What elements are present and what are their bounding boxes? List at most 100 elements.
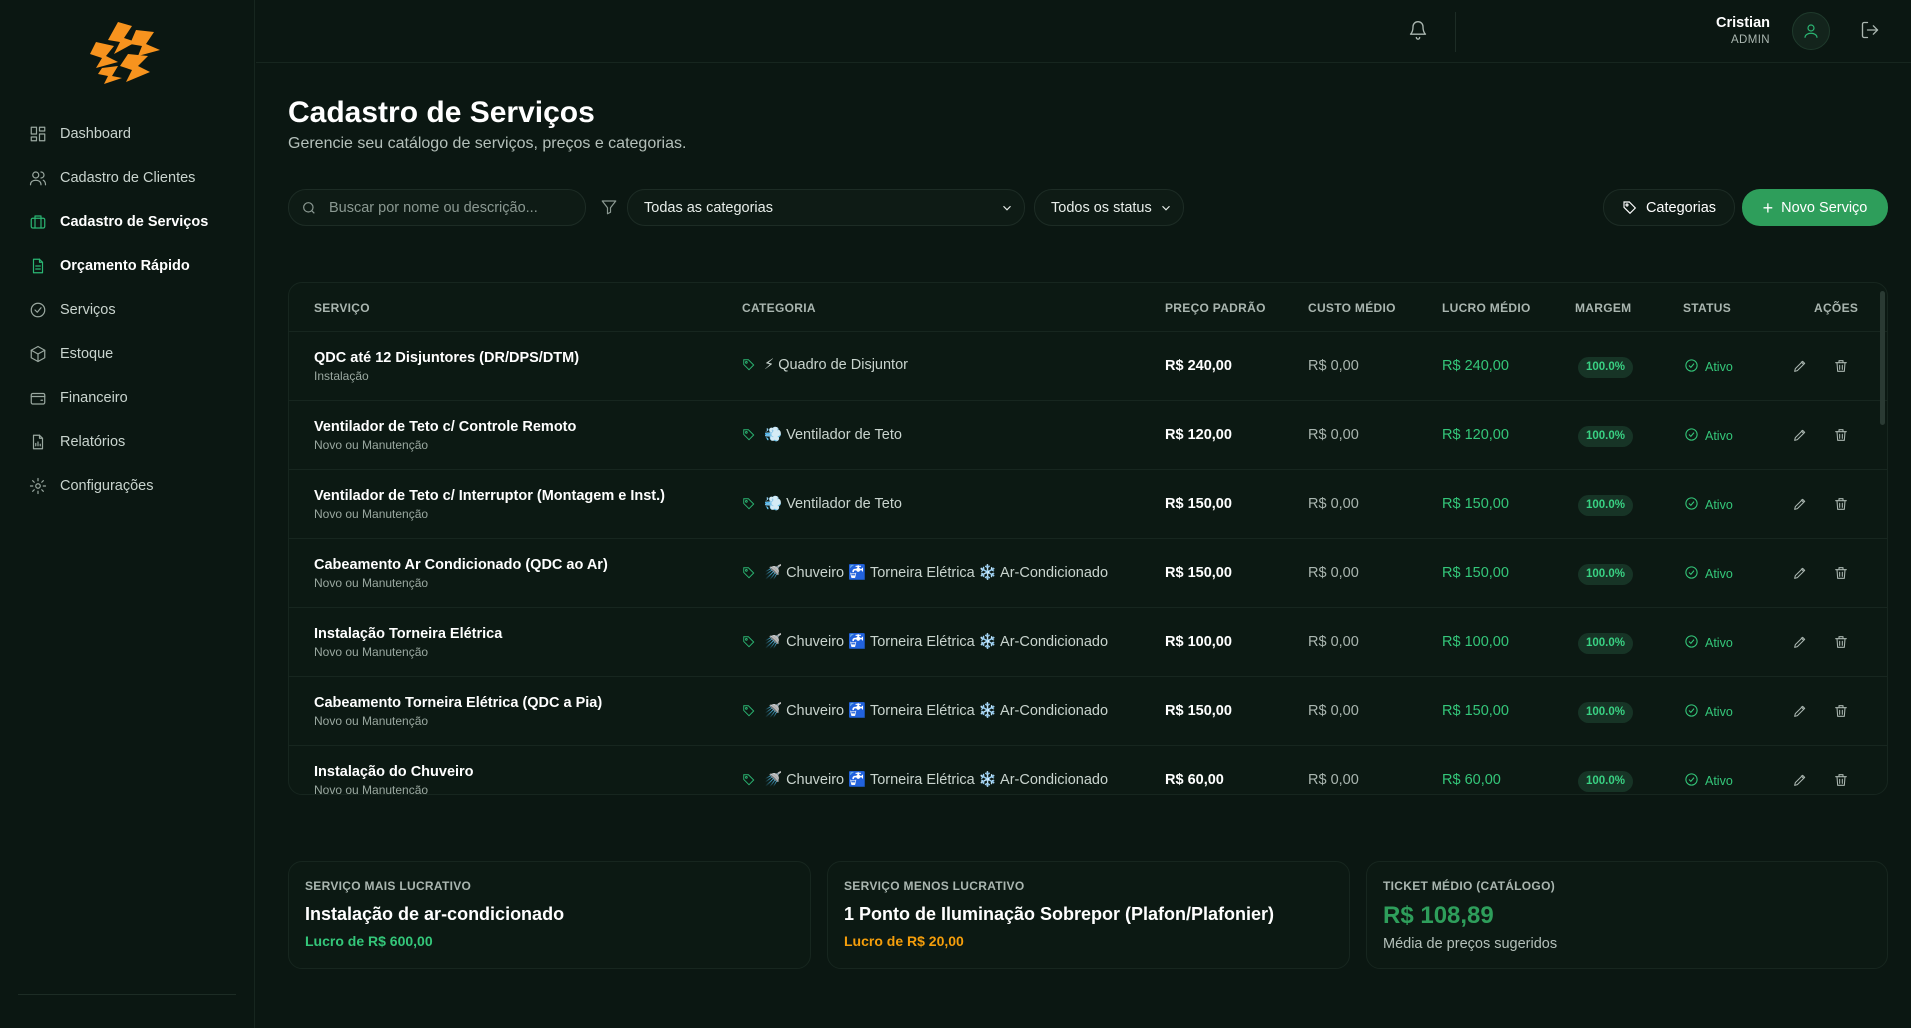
sidebar-item-estoque[interactable]: Estoque <box>0 332 255 376</box>
edit-icon[interactable] <box>1792 427 1810 445</box>
status-text: Ativo <box>1705 636 1733 650</box>
edit-icon[interactable] <box>1792 496 1810 514</box>
service-cost: R$ 0,00 <box>1308 496 1359 512</box>
category-text: ⚡ Quadro de Disjuntor <box>764 357 908 373</box>
service-cost: R$ 0,00 <box>1308 358 1359 374</box>
edit-icon[interactable] <box>1792 358 1810 376</box>
status-select-value: Todos os status <box>1051 199 1152 216</box>
edit-icon[interactable] <box>1792 565 1810 583</box>
bell-icon[interactable] <box>1408 20 1432 44</box>
margin-badge: 100.0% <box>1578 357 1634 378</box>
service-cost: R$ 0,00 <box>1308 565 1359 581</box>
edit-icon[interactable] <box>1792 772 1810 790</box>
card-value: 1 Ponto de Iluminação Sobrepor (Plafon/P… <box>844 904 1275 924</box>
sidebar-item-label: Estoque <box>60 346 114 362</box>
table-row[interactable]: Cabeamento Ar Condicionado (QDC ao Ar) No… <box>289 539 1887 608</box>
avatar[interactable] <box>1792 12 1830 50</box>
service-price: R$ 150,00 <box>1165 496 1232 512</box>
service-category: 🚿 Chuveiro 🚰 Torneira Elétrica ❄️ Ar-Con… <box>742 771 1108 788</box>
tag-icon <box>742 704 756 718</box>
service-subtitle: Novo ou Manutenção <box>314 645 429 659</box>
service-profit: R$ 60,00 <box>1442 772 1501 788</box>
sidebar-item-servicos-cadastro[interactable]: Cadastro de Serviços <box>0 200 255 244</box>
header-category: CATEGORIA <box>742 301 816 315</box>
services-table: SERVIÇO CATEGORIA PREÇO PADRÃO CUSTO MÉD… <box>288 282 1888 795</box>
service-cost: R$ 0,00 <box>1308 772 1359 788</box>
sidebar-item-orcamento[interactable]: Orçamento Rápido <box>0 244 255 288</box>
category-select-value: Todas as categorias <box>644 199 773 216</box>
service-name: QDC até 12 Disjuntores (DR/DPS/DTM) <box>314 350 580 366</box>
brand-logo-icon[interactable] <box>88 20 162 84</box>
table-row[interactable]: Instalação Torneira Elétrica Novo ou Manu… <box>289 608 1887 677</box>
card-ticket-medio: TICKET MÉDIO (CATÁLOGO) R$ 108,89 Média … <box>1366 861 1888 969</box>
status-text: Ativo <box>1705 705 1733 719</box>
chevron-down-icon <box>1162 205 1170 211</box>
categories-button[interactable]: Categorias <box>1603 189 1735 226</box>
file-icon <box>28 256 48 276</box>
tag-icon <box>742 635 756 649</box>
trash-icon[interactable] <box>1833 427 1851 445</box>
sidebar-item-label: Serviços <box>60 302 116 318</box>
service-cost: R$ 0,00 <box>1308 634 1359 650</box>
trash-icon[interactable] <box>1833 703 1851 721</box>
plus-icon: + <box>1762 197 1774 218</box>
trash-icon[interactable] <box>1833 634 1851 652</box>
box-icon <box>28 344 48 364</box>
service-subtitle: Novo ou Manutenção <box>314 783 429 795</box>
logout-icon[interactable] <box>1860 20 1884 44</box>
status-badge: Ativo <box>1684 358 1733 376</box>
sidebar-item-configuracoes[interactable]: Configurações <box>0 464 255 508</box>
margin-badge: 100.0% <box>1578 702 1634 723</box>
search-box <box>288 189 586 226</box>
tag-icon <box>1623 200 1637 214</box>
trash-icon[interactable] <box>1833 565 1851 583</box>
sidebar-item-servicos[interactable]: Serviços <box>0 288 255 332</box>
card-note: Média de preços sugeridos <box>1383 936 1558 952</box>
trash-icon[interactable] <box>1833 496 1851 514</box>
edit-icon[interactable] <box>1792 703 1810 721</box>
user-name: Cristian <box>1716 15 1770 31</box>
page-subtitle: Gerencie seu catálogo de serviços, preço… <box>288 135 687 152</box>
new-service-button[interactable]: + Novo Serviço <box>1742 189 1888 226</box>
search-input[interactable] <box>329 199 569 216</box>
status-text: Ativo <box>1705 429 1733 443</box>
category-select[interactable]: Todas as categorias <box>627 189 1025 226</box>
table-row[interactable]: Ventilador de Teto c/ Interruptor (Monta… <box>289 470 1887 539</box>
category-text: 🚿 Chuveiro 🚰 Torneira Elétrica ❄️ Ar-Con… <box>764 703 1109 719</box>
dashboard-icon <box>28 124 48 144</box>
table-row[interactable]: QDC até 12 Disjuntores (DR/DPS/DTM) Insta… <box>289 332 1887 401</box>
service-category: 🚿 Chuveiro 🚰 Torneira Elétrica ❄️ Ar-Con… <box>742 702 1108 719</box>
header-price: PREÇO PADRÃO <box>1165 301 1266 315</box>
report-icon <box>28 432 48 452</box>
margin-badge: 100.0% <box>1578 771 1634 792</box>
service-category: ⚡ Quadro de Disjuntor <box>742 357 908 373</box>
check-circle-icon <box>1684 565 1705 583</box>
margin-badge: 100.0% <box>1578 564 1634 585</box>
service-price: R$ 240,00 <box>1165 358 1232 374</box>
header-actions: AÇÕES <box>1814 301 1859 315</box>
check-circle-icon <box>1684 427 1705 445</box>
edit-icon[interactable] <box>1792 634 1810 652</box>
table-row[interactable]: Ventilador de Teto c/ Controle Remoto Nov… <box>289 401 1887 470</box>
sidebar-item-label: Cadastro de Clientes <box>60 170 196 186</box>
trash-icon[interactable] <box>1833 772 1851 790</box>
sidebar-item-relatorios[interactable]: Relatórios <box>0 420 255 464</box>
table-header: SERVIÇO CATEGORIA PREÇO PADRÃO CUSTO MÉD… <box>289 283 1887 332</box>
header-service: SERVIÇO <box>314 301 370 315</box>
table-row[interactable]: Instalação do Chuveiro Novo ou Manutenção… <box>289 746 1887 795</box>
trash-icon[interactable] <box>1833 358 1851 376</box>
table-row[interactable]: Cabeamento Torneira Elétrica (QDC a Pia)… <box>289 677 1887 746</box>
service-cost: R$ 0,00 <box>1308 703 1359 719</box>
status-select[interactable]: Todos os status <box>1034 189 1184 226</box>
scrollbar[interactable] <box>1880 291 1885 425</box>
service-profit: R$ 120,00 <box>1442 427 1509 443</box>
service-name: Ventilador de Teto c/ Interruptor (Monta… <box>314 488 665 504</box>
sidebar-item-clientes[interactable]: Cadastro de Clientes <box>0 156 255 200</box>
service-subtitle: Novo ou Manutenção <box>314 714 429 728</box>
chevron-down-icon <box>1003 205 1011 211</box>
sidebar-item-financeiro[interactable]: Financeiro <box>0 376 255 420</box>
topbar-divider <box>1455 12 1456 52</box>
margin-badge: 100.0% <box>1578 426 1634 447</box>
card-least-profitable: SERVIÇO MENOS LUCRATIVO 1 Ponto de Ilumi… <box>827 861 1350 969</box>
sidebar-item-dashboard[interactable]: Dashboard <box>0 112 255 156</box>
